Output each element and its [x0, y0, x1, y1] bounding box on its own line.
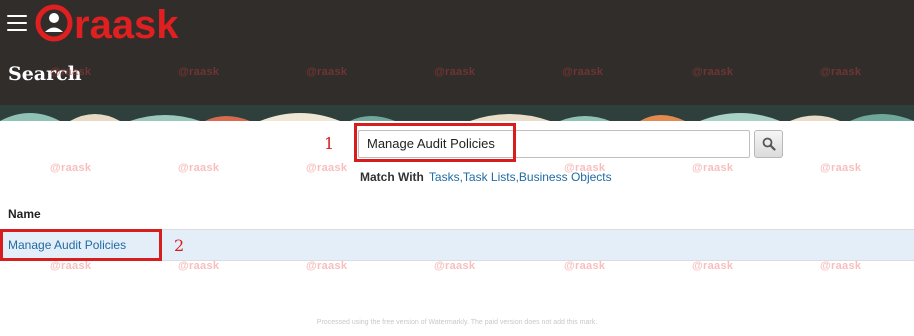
watermark: @raask — [178, 260, 220, 272]
search-button[interactable] — [754, 130, 783, 158]
watermark: @raask — [562, 66, 604, 78]
watermark: @raask — [564, 162, 606, 174]
callout-number-1: 1 — [324, 134, 335, 153]
watermark: @raask — [434, 260, 476, 272]
watermark: @raask — [178, 66, 220, 78]
hamburger-menu-icon[interactable] — [7, 15, 27, 31]
app-header: raask Search @raask @raask @raask @raask… — [0, 0, 914, 105]
watermark: @raask — [50, 260, 92, 272]
oraask-logo: raask — [35, 3, 179, 44]
watermark: @raask — [820, 66, 862, 78]
watermark: @raask — [692, 260, 734, 272]
watermark: @raask — [820, 162, 862, 174]
watermark: @raask — [306, 162, 348, 174]
watermark: @raask — [692, 162, 734, 174]
callout-box-search — [354, 123, 516, 162]
watermark: @raask — [820, 260, 862, 272]
watermark: @raask — [692, 66, 734, 78]
watermark: @raask — [434, 66, 476, 78]
decorative-banner — [0, 105, 914, 121]
watermark: @raask — [50, 66, 92, 78]
watermark: @raask — [306, 66, 348, 78]
column-header-name: Name — [8, 207, 41, 221]
callout-number-2: 2 — [174, 236, 185, 255]
watermark: @raask — [564, 260, 606, 272]
brand-text: raask — [74, 3, 179, 44]
watermark: @raask — [50, 162, 92, 174]
watermark: @raask — [306, 260, 348, 272]
magnifier-icon — [762, 137, 776, 151]
watermark: @raask — [178, 162, 220, 174]
callout-box-result — [0, 229, 162, 261]
footer-note: Processed using the free version of Wate… — [316, 319, 598, 326]
match-with-label: Match With — [360, 170, 424, 184]
